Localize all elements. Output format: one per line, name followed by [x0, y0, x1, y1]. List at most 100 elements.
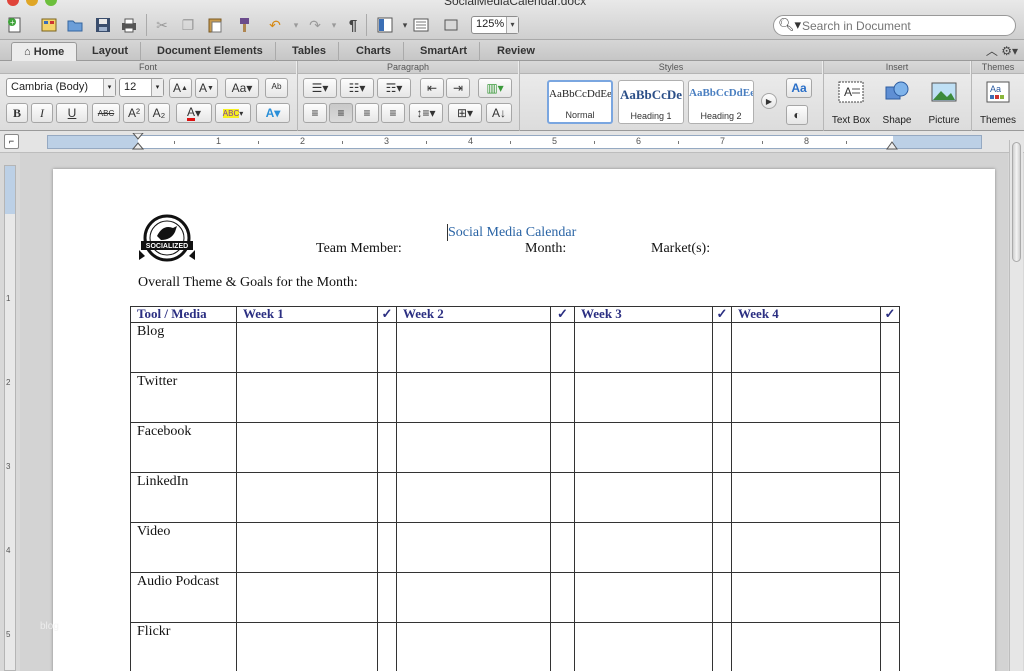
- columns-icon[interactable]: ▥▾: [478, 78, 512, 98]
- borders-icon[interactable]: ⊞▾: [448, 103, 482, 123]
- week-cell[interactable]: [236, 622, 378, 671]
- media-cell[interactable]: Blog: [130, 322, 237, 373]
- search-input[interactable]: [802, 18, 1007, 33]
- week-cell[interactable]: [236, 472, 378, 523]
- header-week-3[interactable]: Week 3: [574, 306, 713, 323]
- week-cell[interactable]: [396, 622, 551, 671]
- strikethrough-button[interactable]: ABC: [92, 103, 120, 123]
- manage-styles-icon[interactable]: ◐: [786, 105, 808, 125]
- text-box-button[interactable]: A Text Box: [827, 79, 875, 129]
- week-cell[interactable]: [731, 572, 881, 623]
- check-cell[interactable]: [880, 522, 900, 573]
- header-tool-media[interactable]: Tool / Media: [130, 306, 237, 323]
- check-cell[interactable]: [712, 622, 732, 671]
- team-member-label[interactable]: Team Member:: [316, 241, 402, 257]
- week-cell[interactable]: [574, 472, 713, 523]
- check-cell[interactable]: [377, 422, 397, 473]
- week-cell[interactable]: [574, 522, 713, 573]
- check-cell[interactable]: [880, 372, 900, 423]
- markets-label[interactable]: Market(s):: [651, 241, 710, 257]
- right-indent-marker-icon[interactable]: [886, 140, 898, 150]
- italic-button[interactable]: I: [31, 103, 53, 123]
- calendar-table[interactable]: Tool / Media Week 1 ✓ Week 2 ✓ Week 3 ✓ …: [130, 306, 900, 671]
- header-week-4[interactable]: Week 4: [731, 306, 881, 323]
- tab-charts[interactable]: Charts: [344, 42, 404, 61]
- undo-icon[interactable]: ↶: [264, 14, 286, 36]
- week-cell[interactable]: [236, 322, 378, 373]
- numbering-icon[interactable]: ☷▾: [340, 78, 374, 98]
- media-cell[interactable]: Video: [130, 522, 237, 573]
- show-formatting-icon[interactable]: ¶: [342, 14, 364, 36]
- multilevel-list-icon[interactable]: ☶▾: [377, 78, 411, 98]
- media-browser-icon[interactable]: [440, 14, 462, 36]
- check-cell[interactable]: [377, 522, 397, 573]
- header-week-1[interactable]: Week 1: [236, 306, 378, 323]
- check-cell[interactable]: [880, 622, 900, 671]
- ribbon-collapse-icon[interactable]: ︿ ⚙▾: [986, 42, 1018, 59]
- bold-button[interactable]: B: [6, 103, 28, 123]
- format-painter-icon[interactable]: [232, 14, 254, 36]
- highlight-icon[interactable]: ABC ▾: [215, 103, 251, 123]
- bullets-icon[interactable]: ☰▾: [303, 78, 337, 98]
- media-cell[interactable]: Audio Podcast: [130, 572, 237, 623]
- justify-icon[interactable]: ≡: [381, 103, 405, 123]
- search-icon[interactable]: 🔍︎▾: [778, 17, 801, 33]
- tab-home[interactable]: ⌂ Home: [11, 42, 78, 61]
- week-cell[interactable]: [396, 372, 551, 423]
- text-effects-icon[interactable]: A▾: [256, 103, 290, 123]
- week-cell[interactable]: [236, 522, 378, 573]
- check-cell[interactable]: [377, 572, 397, 623]
- tab-document-elements[interactable]: Document Elements: [145, 42, 276, 61]
- themes-button[interactable]: Aa Themes: [974, 79, 1022, 129]
- style-heading-1[interactable]: AaBbCcDe Heading 1: [618, 80, 684, 124]
- check-cell[interactable]: [550, 372, 575, 423]
- tab-stop-selector-icon[interactable]: ⌐: [4, 134, 19, 149]
- check-cell[interactable]: [377, 372, 397, 423]
- check-cell[interactable]: [712, 422, 732, 473]
- header-week-2[interactable]: Week 2: [396, 306, 551, 323]
- week-cell[interactable]: [396, 422, 551, 473]
- tab-smartart[interactable]: SmartArt: [408, 42, 481, 61]
- style-normal[interactable]: AaBbCcDdEe Normal: [547, 80, 613, 124]
- tab-tables[interactable]: Tables: [280, 42, 340, 61]
- week-cell[interactable]: [236, 572, 378, 623]
- week-cell[interactable]: [731, 422, 881, 473]
- check-cell[interactable]: [550, 522, 575, 573]
- check-cell[interactable]: [550, 572, 575, 623]
- check-cell[interactable]: [880, 572, 900, 623]
- media-cell[interactable]: Facebook: [130, 422, 237, 473]
- check-icon[interactable]: ✓: [377, 306, 397, 323]
- grow-font-icon[interactable]: A ▲: [169, 78, 192, 98]
- change-case-icon[interactable]: Aa▾: [225, 78, 259, 98]
- week-cell[interactable]: [236, 372, 378, 423]
- style-heading-2[interactable]: AaBbCcDdEe Heading 2: [688, 80, 754, 124]
- picture-button[interactable]: Picture: [920, 79, 968, 129]
- check-cell[interactable]: [712, 472, 732, 523]
- tab-review[interactable]: Review: [485, 42, 547, 61]
- document-title[interactable]: Social Media Calendar: [448, 225, 576, 241]
- week-cell[interactable]: [731, 522, 881, 573]
- scrollbar-thumb[interactable]: [1012, 142, 1021, 262]
- week-cell[interactable]: [731, 372, 881, 423]
- check-icon[interactable]: ✓: [550, 306, 575, 323]
- check-cell[interactable]: [712, 572, 732, 623]
- check-cell[interactable]: [377, 622, 397, 671]
- week-cell[interactable]: [574, 422, 713, 473]
- align-center-icon[interactable]: ≡: [329, 103, 353, 123]
- clear-formatting-icon[interactable]: ᴬᵇ: [265, 78, 288, 98]
- media-cell[interactable]: Flickr: [130, 622, 237, 671]
- styles-pane-icon[interactable]: Aa: [786, 78, 812, 98]
- align-left-icon[interactable]: ≡: [303, 103, 327, 123]
- shape-button[interactable]: Shape: [873, 79, 921, 129]
- chevron-down-icon[interactable]: ▾: [151, 79, 163, 96]
- week-cell[interactable]: [574, 622, 713, 671]
- zoom-select[interactable]: 125% ▾: [471, 16, 519, 34]
- minimize-window-button[interactable]: [26, 0, 38, 6]
- font-color-icon[interactable]: A ▾: [176, 103, 212, 123]
- week-cell[interactable]: [396, 522, 551, 573]
- check-cell[interactable]: [550, 622, 575, 671]
- week-cell[interactable]: [396, 572, 551, 623]
- week-cell[interactable]: [574, 322, 713, 373]
- week-cell[interactable]: [396, 472, 551, 523]
- check-cell[interactable]: [712, 322, 732, 373]
